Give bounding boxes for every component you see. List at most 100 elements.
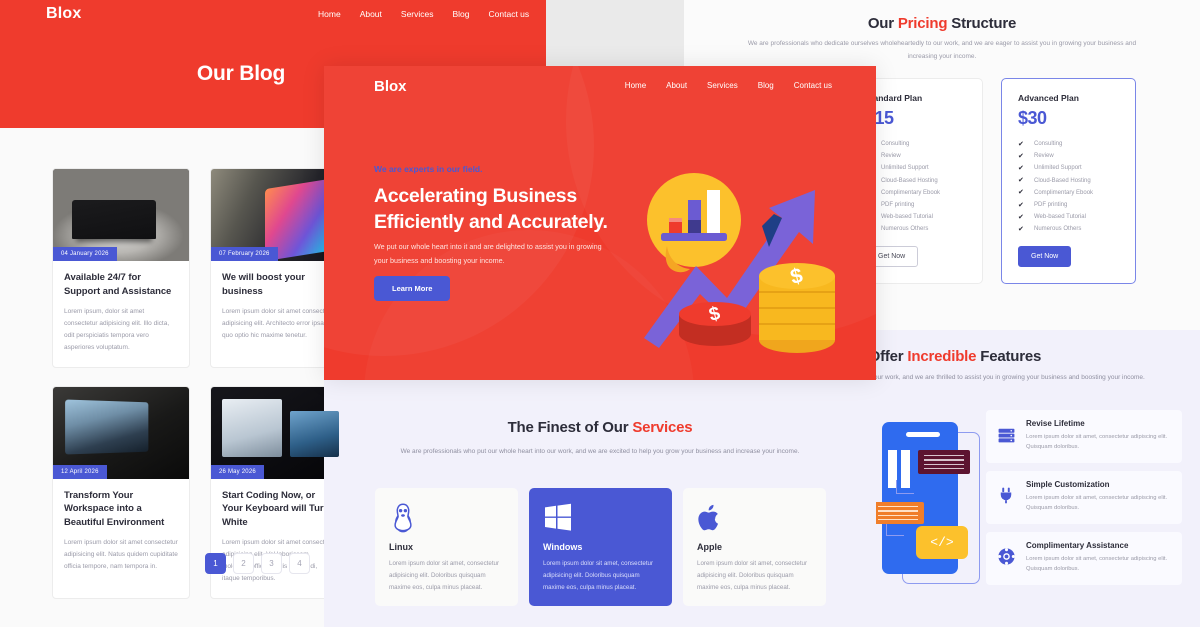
feature-title: Complimentary Assistance [1026,540,1129,550]
hero-nav-about[interactable]: About [666,81,687,90]
pricing-card-advanced[interactable]: Advanced Plan $30 ✔ Consulting ✔ Review ✔ U… [1001,78,1136,284]
check-icon: ✔ [1018,225,1024,233]
plan-feature: ✔Unlimited Support [1018,162,1119,174]
plan-feature: ✔Web-based Tutorial [865,211,966,223]
feature-text: Lorem ipsum dolor sit amet, consectetur … [1026,434,1168,451]
hero-overlay-panel: Blox Home About Services Blog Contact us… [324,66,876,380]
feature-title: Revise Lifetime [1026,419,1085,428]
lifebuoy-icon [995,546,1017,568]
mobile-code-illustration: </> [872,418,990,598]
services-heading: The Finest of Our Services [324,419,876,436]
plan-feature-label: Unlimited Support [1034,165,1082,172]
blog-thumbnail: 12 April 2026 [53,386,189,479]
feature-card-complimentary-assistance[interactable]: Complimentary Assistance Lorem ipsum dol… [986,531,1182,585]
pagination: 1 2 3 4 [205,553,310,574]
blog-thumbnail: 04 January 2026 [53,169,189,261]
service-name: Apple [697,542,723,552]
plan-feature: ✔PDF printing [865,199,966,211]
windows-icon [543,502,658,536]
blog-card-excerpt: Lorem ipsum dolor sit amet consectetur a… [222,307,336,339]
plan-price: $15 [865,108,894,128]
blog-nav-contact[interactable]: Contact us [489,9,530,19]
check-icon: ✔ [1018,152,1024,160]
hero-logo[interactable]: Blox [374,78,407,95]
services-heading-pre: The Finest of Our [507,419,633,436]
plan-feature-label: Web-based Tutorial [881,214,933,221]
plan-feature: ✔ Complimentary Ebook [1018,187,1119,199]
hero-subtext: We put our whole heart into it and are d… [374,242,602,266]
blog-date-badge: 26 May 2026 [211,464,264,479]
service-card-linux[interactable]: Linux Lorem ipsum dolor sit amet, consec… [375,488,518,606]
plan-feature: ✔Consulting [865,138,966,150]
blog-nav-about[interactable]: About [360,9,382,19]
learn-more-button[interactable]: Learn More [374,276,451,301]
plan-feature-label: Numerous Others [1034,226,1082,233]
pagination-page-4[interactable]: 4 [289,553,310,574]
blog-date-badge: 07 February 2026 [211,247,278,261]
plan-feature-label: Complimentary Ebook [1034,189,1094,196]
blog-card[interactable]: 12 April 2026 Transform Your Workspace i… [52,385,190,599]
blog-nav-blog[interactable]: Blog [453,9,470,19]
service-text: Lorem ipsum dolor sit amet, consectetur … [697,560,808,592]
hero-nav-contact[interactable]: Contact us [794,81,832,90]
linux-penguin-icon [389,502,504,536]
plan-feature-label: PDF printing [881,202,915,209]
services-heading-highlight: Services [632,419,693,436]
hero-eyebrow: We are experts in our field. [374,164,483,174]
plan-feature: ✔ Cloud-Based Hosting [1018,175,1119,187]
plan-feature: ✔Unlimited Support [865,162,966,174]
blog-card-title: We will boost your business [222,272,305,297]
plan-feature: ✔Cloud-Based Hosting [865,175,966,187]
check-icon: ✔ [1018,177,1024,185]
plan-feature-label: Consulting [881,141,910,148]
plan-feature-label: Cloud-Based Hosting [1034,177,1091,184]
hero-heading-line2: Efficiently and Accurately. [374,210,608,233]
blog-date-badge: 12 April 2026 [53,464,107,479]
code-brackets-icon: </> [916,526,968,559]
plan-feature: ✔ Review [1018,150,1119,162]
check-icon: ✔ [1018,213,1024,221]
feature-card-revise-lifetime[interactable]: Revise Lifetime Lorem ipsum dolor sit am… [986,410,1182,463]
hero-nav-services[interactable]: Services [707,81,738,90]
feature-card-simple-customization[interactable]: Simple Customization Lorem ipsum dolor s… [986,470,1182,524]
pricing-subtitle: We are professionals who dedicate oursel… [747,40,1137,60]
service-name: Windows [543,542,583,552]
plan-feature-label: Review [1034,153,1054,160]
blog-nav-links: Home About Services Blog Contact us [318,9,529,19]
feature-text: Lorem ipsum dolor sit amet, consectetur … [1026,555,1168,573]
hero-heading-line1: Accelerating Business [374,185,577,207]
blog-date-badge: 04 January 2026 [53,247,117,261]
services-section: The Finest of Our Services We are profes… [324,380,876,627]
apple-icon [697,502,812,536]
plan-feature: ✔PDF printing [1018,199,1119,211]
plug-icon [995,485,1017,507]
service-text: Lorem ipsum dolor sit amet, consectetur … [543,560,654,592]
hero-nav-blog[interactable]: Blog [758,81,774,90]
plan-feature-label: Numerous Others [881,226,929,233]
blog-nav-logo[interactable]: Blox [46,5,81,23]
plan-price: $30 [1018,108,1047,128]
plan-feature-label: Complimentary Ebook [881,189,941,196]
blog-card[interactable]: 04 January 2026 Available 24/7 for Suppo… [52,168,190,368]
plan-name: Standard Plan [865,93,923,103]
feature-title: Simple Customization [1026,479,1110,489]
pagination-page-2[interactable]: 2 [233,553,254,574]
service-card-apple[interactable]: Apple Lorem ipsum dolor sit amet, consec… [683,488,826,606]
plan-feature-label: PDF printing [1034,202,1068,209]
background-gray-block [546,0,684,66]
plan-feature-label: Review [881,153,901,160]
service-card-list: Linux Lorem ipsum dolor sit amet, consec… [375,488,826,606]
blog-nav-home[interactable]: Home [318,9,341,19]
service-card-windows[interactable]: Windows Lorem ipsum dolor sit amet, cons… [529,488,672,606]
plan-get-now-button[interactable]: Get Now [1018,245,1072,267]
pagination-page-3[interactable]: 3 [261,553,282,574]
blog-nav-services[interactable]: Services [401,9,434,19]
pagination-page-1[interactable]: 1 [205,553,226,574]
plan-feature-label: Unlimited Support [881,165,929,172]
check-icon: ✔ [1018,189,1024,197]
plan-feature-label: Web-based Tutorial [1034,214,1086,221]
hero-nav-home[interactable]: Home [625,81,646,90]
plan-feature: ✔Complimentary Ebook [865,187,966,199]
blog-card-title: Start Coding Now, or Your Keyboard will … [222,489,330,529]
features-heading-highlight: Incredible [907,348,977,365]
